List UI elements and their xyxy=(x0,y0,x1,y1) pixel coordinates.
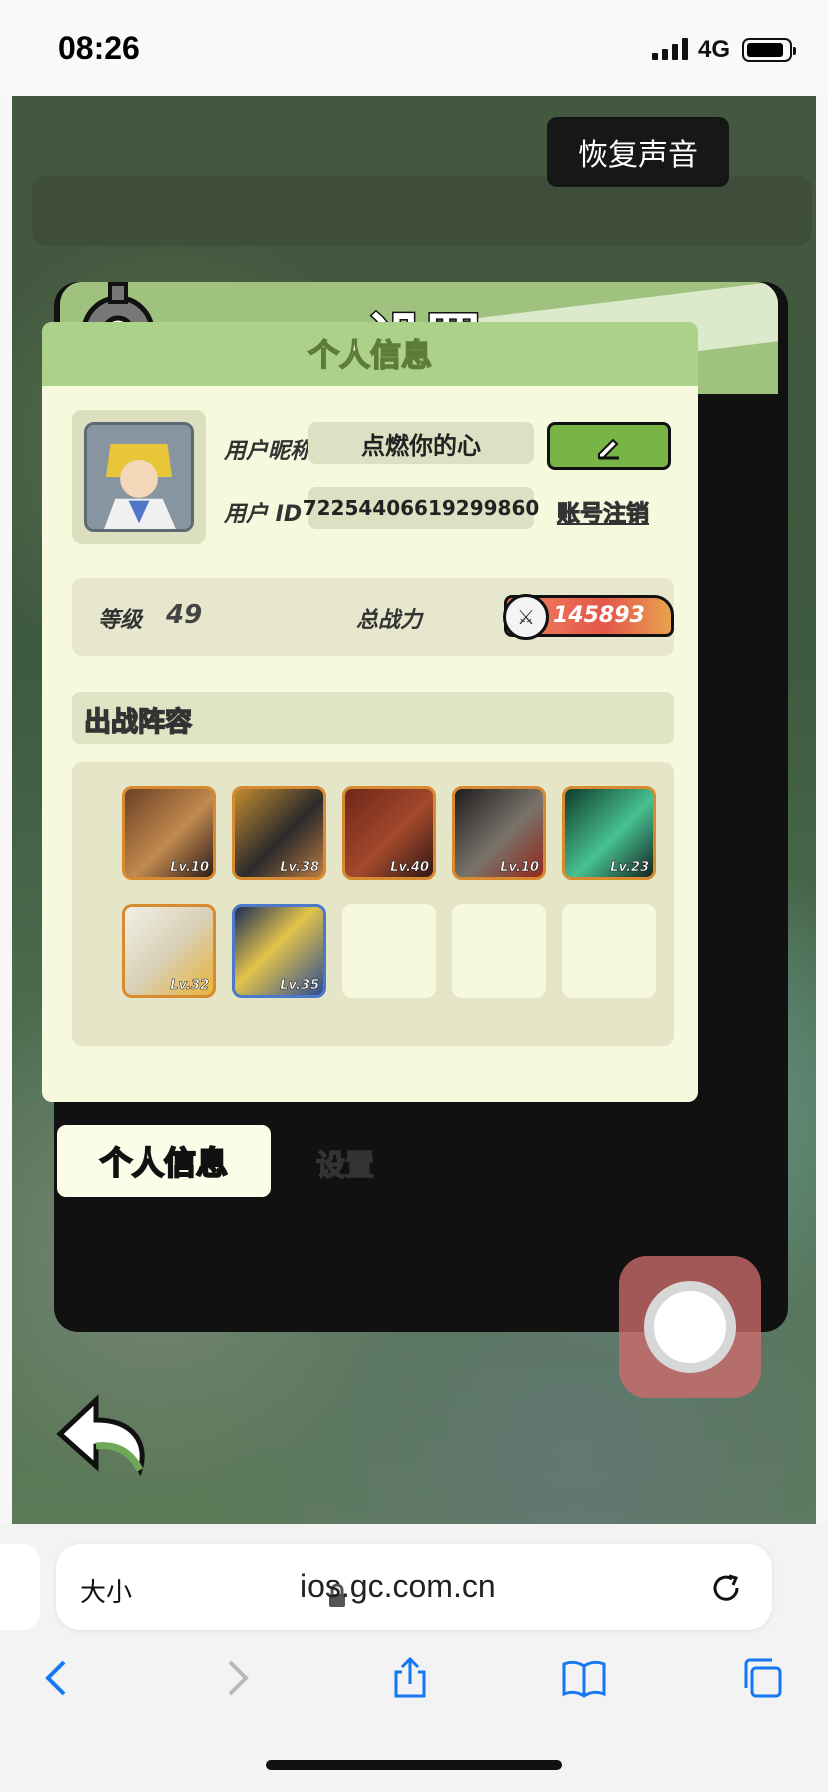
deregister-account-link[interactable]: 账号注销 xyxy=(557,494,650,528)
hero-slot-3[interactable]: Lv.40 xyxy=(342,786,436,880)
tab-settings[interactable]: 设置 xyxy=(315,1142,375,1184)
address-bar[interactable]: 大小 ios.gc.com.cn xyxy=(56,1544,772,1630)
share-icon[interactable] xyxy=(386,1654,434,1702)
url-text: ios.gc.com.cn xyxy=(300,1568,496,1604)
total-power-value: 145893 xyxy=(553,603,645,628)
empty-hero-slot[interactable] xyxy=(452,904,546,998)
hero-portrait xyxy=(87,425,191,529)
personal-info-title: 个人信息 xyxy=(307,337,433,375)
signal-icon xyxy=(652,38,688,60)
tabs-icon[interactable] xyxy=(738,1654,786,1702)
text-size-button[interactable]: 大小 xyxy=(80,1572,132,1609)
hero-level: Lv.40 xyxy=(390,860,429,876)
hero-slot-1[interactable]: Lv.10 xyxy=(122,786,216,880)
safari-bottom-bar: 大小 ios.gc.com.cn xyxy=(0,1524,828,1792)
hero-level: Lv.23 xyxy=(610,860,649,876)
total-power-label: 总战力 xyxy=(356,608,423,633)
game-viewport[interactable]: 恢复声音 设置 个人信息 ⇆ xyxy=(12,96,816,1524)
edit-nickname-button[interactable] xyxy=(547,422,671,470)
reload-icon[interactable] xyxy=(708,1570,744,1606)
hero-slot-5[interactable]: Lv.23 xyxy=(562,786,656,880)
hero-slot-6[interactable]: Lv.32 xyxy=(122,904,216,998)
panel-tab-bar: 个人信息 设置 xyxy=(54,1118,788,1200)
avatar[interactable] xyxy=(84,422,194,532)
restore-sound-button[interactable]: 恢复声音 xyxy=(547,117,729,187)
network-type: 4G xyxy=(698,36,731,63)
pencil-icon xyxy=(598,438,619,460)
status-time: 08:26 xyxy=(58,30,140,66)
floating-assistive-button[interactable] xyxy=(619,1256,761,1398)
previous-tab-preview[interactable] xyxy=(0,1544,40,1630)
avatar-frame[interactable]: ⇆ xyxy=(72,410,232,833)
tab-personal-info[interactable]: 个人信息 xyxy=(54,1122,274,1200)
hero-level: Lv.10 xyxy=(500,860,539,876)
hero-level: Lv.38 xyxy=(280,860,319,876)
empty-hero-slot[interactable] xyxy=(562,904,656,998)
hero-level: Lv.35 xyxy=(280,978,319,994)
lineup-header: 出战阵容 xyxy=(72,692,674,744)
hero-level: Lv.32 xyxy=(170,978,209,994)
circle-icon xyxy=(644,1281,736,1373)
personal-info-header: 个人信息 xyxy=(42,322,698,386)
total-power-badge: ⚔ 145893 xyxy=(503,594,674,640)
hero-level: Lv.10 xyxy=(170,860,209,876)
empty-hero-slot[interactable] xyxy=(342,904,436,998)
forward-chevron-icon[interactable] xyxy=(212,1654,260,1702)
nickname-label: 用户昵称 xyxy=(224,439,313,464)
level-label: 等级 xyxy=(98,608,143,633)
hero-slot-4[interactable]: Lv.10 xyxy=(452,786,546,880)
nickname-field: 点燃你的心 xyxy=(308,422,534,464)
level-value: 49 xyxy=(166,600,203,630)
back-arrow-icon[interactable] xyxy=(54,1392,154,1476)
lineup-title: 出战阵容 xyxy=(83,706,193,739)
home-indicator xyxy=(266,1760,562,1770)
user-id-field: 72254406619299860 xyxy=(303,487,539,529)
battery-icon xyxy=(742,38,796,62)
player-stats: 等级 49 总战力 ⚔ 145893 xyxy=(72,578,674,656)
hero-slot-2[interactable]: Lv.38 xyxy=(232,786,326,880)
user-id-label: 用户 ID xyxy=(224,502,303,527)
safari-toolbar xyxy=(0,1654,828,1724)
status-bar: 08:26 4G xyxy=(0,0,828,96)
crossed-swords-icon: ⚔ xyxy=(503,594,549,640)
hero-slot-7[interactable]: Lv.35 xyxy=(232,904,326,998)
bookmarks-icon[interactable] xyxy=(560,1654,608,1702)
back-chevron-icon[interactable] xyxy=(34,1654,82,1702)
